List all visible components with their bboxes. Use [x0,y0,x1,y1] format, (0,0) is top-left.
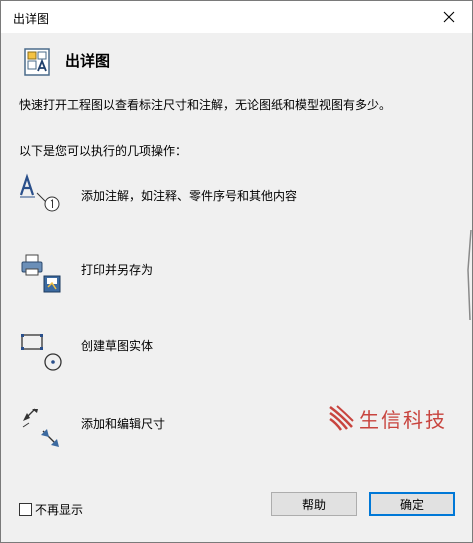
operation-print-save[interactable]: 打印并另存为 [17,249,437,297]
checkbox-box[interactable] [19,503,32,516]
watermark-text: 生信科技 [359,408,447,432]
dont-show-again-checkbox[interactable]: 不再显示 [19,501,83,518]
print-save-icon [21,254,61,293]
help-button[interactable]: 帮助 [271,492,357,516]
close-icon [443,11,455,23]
watermark-logo-icon [329,405,354,431]
intro-text: 快速打开工程图以查看标注尺寸和注解，无论图纸和模型视图有多少。 [19,98,392,112]
operations-label: 以下是您可以执行的几项操作： [19,144,188,158]
operation-label: 创建草图实体 [81,339,154,353]
dimension-icon [22,408,59,447]
operation-label: 添加注解，如注释、零件序号和其他内容 [81,189,298,203]
operation-create-sketch[interactable]: 创建草图实体 [17,331,437,379]
operation-add-annotation[interactable]: 添加注解，如注释、零件序号和其他内容 [17,171,437,219]
operation-label: 打印并另存为 [81,263,154,277]
annotation-icon [19,173,60,212]
background-artifact [467,230,472,320]
detail-dialog: 出详图 出详图 快速打开工程图以查看标注尺寸和注解，无论图纸和模型视图有多少。 … [0,0,473,543]
dont-show-again-label: 不再显示 [35,503,84,517]
operation-label: 添加和编辑尺寸 [81,417,166,431]
watermark: 生信科技 [327,403,467,435]
detail-drawing-icon [24,48,50,76]
help-button-label: 帮助 [301,497,326,512]
ok-button[interactable]: 确定 [369,492,455,516]
ok-button-label: 确定 [399,497,424,512]
window-title: 出详图 [13,12,50,26]
title-bar[interactable]: 出详图 [1,1,472,33]
sketch-entity-icon [21,334,62,371]
close-button[interactable] [426,1,472,33]
page-title: 出详图 [65,52,111,70]
